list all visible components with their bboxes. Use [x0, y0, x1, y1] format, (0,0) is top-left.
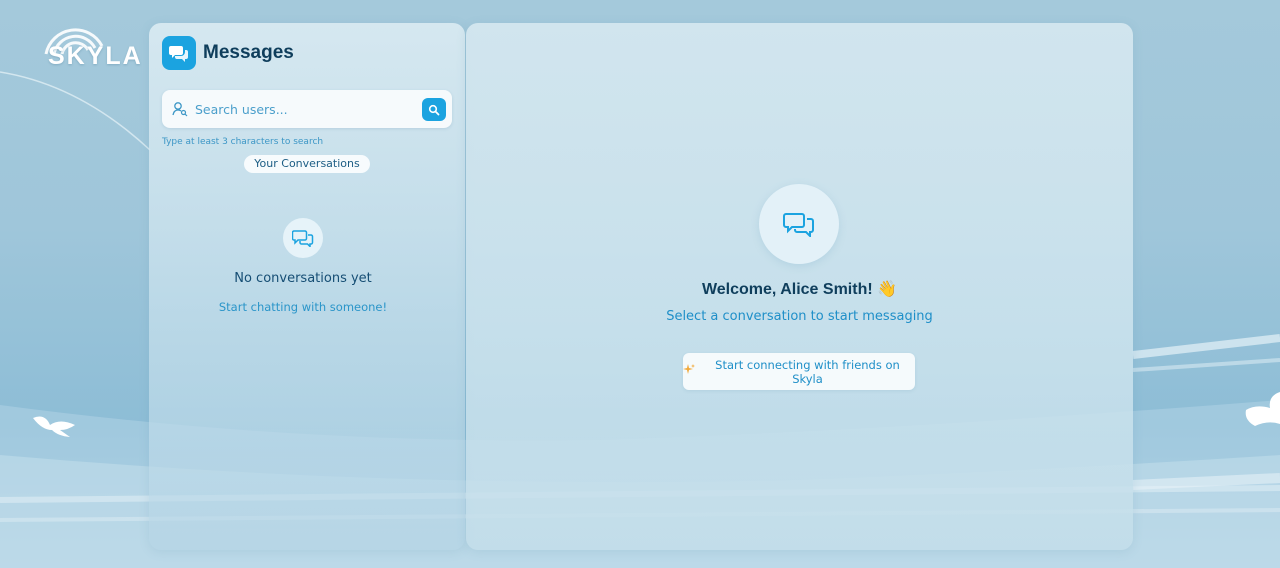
chat-bubbles-icon: [283, 218, 323, 258]
empty-state-title: No conversations yet: [234, 271, 372, 286]
sidebar-header: Messages: [162, 36, 294, 70]
tab-your-conversations[interactable]: Your Conversations: [244, 155, 370, 173]
sidebar-title: Messages: [203, 42, 294, 63]
magnifier-icon: [428, 104, 440, 115]
chat-bubbles-icon: [759, 184, 839, 264]
start-connecting-label: Start connecting with friends on Skyla: [715, 357, 900, 386]
bird-right: [1245, 392, 1280, 426]
chat-bubbles-icon: [162, 36, 196, 70]
welcome-title: Welcome, Alice Smith! 👋: [701, 281, 898, 298]
user-search-box: [162, 90, 452, 128]
logo-text: SKYLA: [48, 42, 143, 70]
start-connecting-button[interactable]: Start connecting with friends on Skyla: [683, 353, 915, 390]
skyla-logo[interactable]: SKYLA: [40, 16, 144, 72]
user-search-icon: [172, 102, 188, 117]
sparkle-icon: [683, 364, 695, 379]
search-hint: Type at least 3 characters to search: [162, 137, 324, 147]
welcome-subtitle: Select a conversation to start messaging: [666, 309, 933, 324]
chat-main-panel: Welcome, Alice Smith! 👋 Select a convers…: [466, 23, 1133, 550]
empty-state-subtitle: Start chatting with someone!: [218, 300, 388, 314]
search-button[interactable]: [422, 98, 446, 121]
search-users-input[interactable]: [195, 98, 415, 120]
messages-sidebar: Messages Type at least 3 characters to s…: [149, 23, 465, 550]
